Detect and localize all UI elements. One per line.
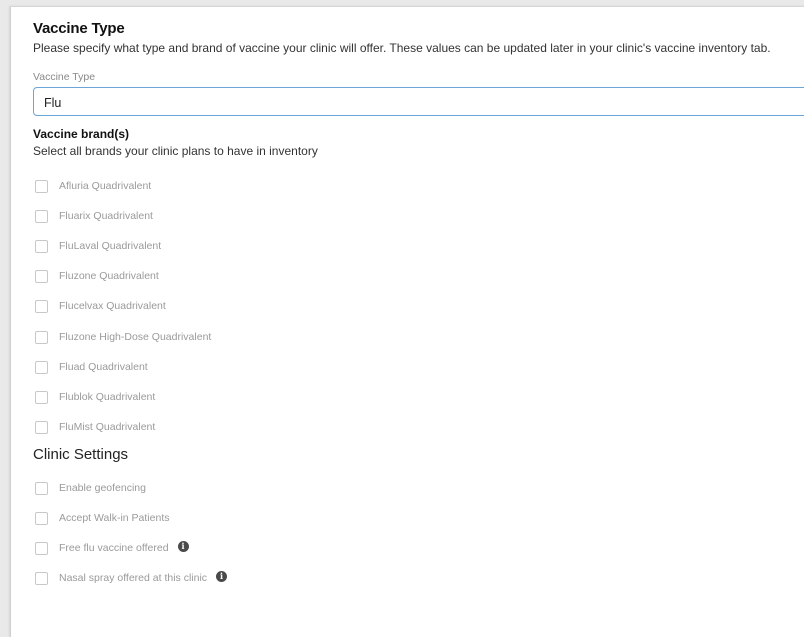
setting-free-flu-vaccine[interactable]: Free flu vaccine offered i: [35, 540, 189, 556]
brand-option-flublok[interactable]: Flublok Quadrivalent: [35, 389, 155, 405]
checkbox[interactable]: [35, 541, 48, 555]
clinic-settings-heading: Clinic Settings: [33, 446, 129, 463]
form-panel: Vaccine Type Please specify what type an…: [10, 6, 804, 637]
brand-option-flucelvax[interactable]: Flucelvax Quadrivalent: [35, 298, 166, 314]
brand-option-afluria[interactable]: Afluria Quadrivalent: [35, 178, 151, 194]
checkbox[interactable]: [35, 420, 48, 434]
vaccine-brands-description: Select all brands your clinic plans to h…: [33, 144, 318, 158]
brand-option-label: Fluarix Quadrivalent: [59, 210, 153, 222]
brand-option-flulaval[interactable]: FluLaval Quadrivalent: [35, 238, 161, 254]
setting-label: Enable geofencing: [59, 482, 146, 494]
brand-option-fluad[interactable]: Fluad Quadrivalent: [35, 359, 148, 375]
checkbox[interactable]: [35, 269, 48, 283]
vaccine-type-field-label: Vaccine Type: [33, 71, 96, 83]
brand-option-label: Fluad Quadrivalent: [59, 361, 148, 373]
checkbox[interactable]: [35, 390, 48, 404]
vaccine-type-selected-value: Flu: [44, 96, 62, 110]
brand-option-label: Fluzone High-Dose Quadrivalent: [59, 331, 212, 343]
checkbox[interactable]: [35, 209, 48, 223]
checkbox[interactable]: [35, 179, 48, 193]
checkbox[interactable]: [35, 571, 48, 585]
info-icon[interactable]: i: [177, 540, 189, 552]
setting-enable-geofencing[interactable]: Enable geofencing: [35, 480, 146, 496]
vaccine-type-heading: Vaccine Type: [33, 20, 125, 37]
checkbox[interactable]: [35, 481, 48, 495]
brand-option-fluzone[interactable]: Fluzone Quadrivalent: [35, 268, 159, 284]
checkbox[interactable]: [35, 511, 48, 525]
setting-label: Free flu vaccine offered: [59, 542, 169, 554]
brand-option-fluarix[interactable]: Fluarix Quadrivalent: [35, 208, 153, 224]
checkbox[interactable]: [35, 239, 48, 253]
brand-option-label: Flublok Quadrivalent: [59, 391, 156, 403]
info-icon[interactable]: i: [216, 570, 228, 582]
setting-nasal-spray[interactable]: Nasal spray offered at this clinic i: [35, 570, 228, 586]
brand-option-label: FluMist Quadrivalent: [59, 421, 156, 433]
brand-option-label: Flucelvax Quadrivalent: [59, 300, 166, 312]
brand-option-label: FluLaval Quadrivalent: [59, 240, 162, 252]
vaccine-brands-heading: Vaccine brand(s): [33, 127, 130, 141]
brand-option-flumist[interactable]: FluMist Quadrivalent: [35, 419, 155, 435]
checkbox[interactable]: [35, 299, 48, 313]
checkbox[interactable]: [35, 330, 48, 344]
brand-option-fluzone-high-dose[interactable]: Fluzone High-Dose Quadrivalent: [35, 329, 211, 345]
brand-option-label: Afluria Quadrivalent: [59, 180, 152, 192]
setting-label: Accept Walk-in Patients: [59, 512, 170, 524]
setting-accept-walk-in[interactable]: Accept Walk-in Patients: [35, 510, 170, 526]
checkbox[interactable]: [35, 360, 48, 374]
brand-option-label: Fluzone Quadrivalent: [59, 270, 159, 282]
vaccine-type-select[interactable]: Flu: [33, 87, 804, 116]
vaccine-type-description: Please specify what type and brand of va…: [33, 41, 771, 55]
setting-label: Nasal spray offered at this clinic: [59, 572, 208, 584]
